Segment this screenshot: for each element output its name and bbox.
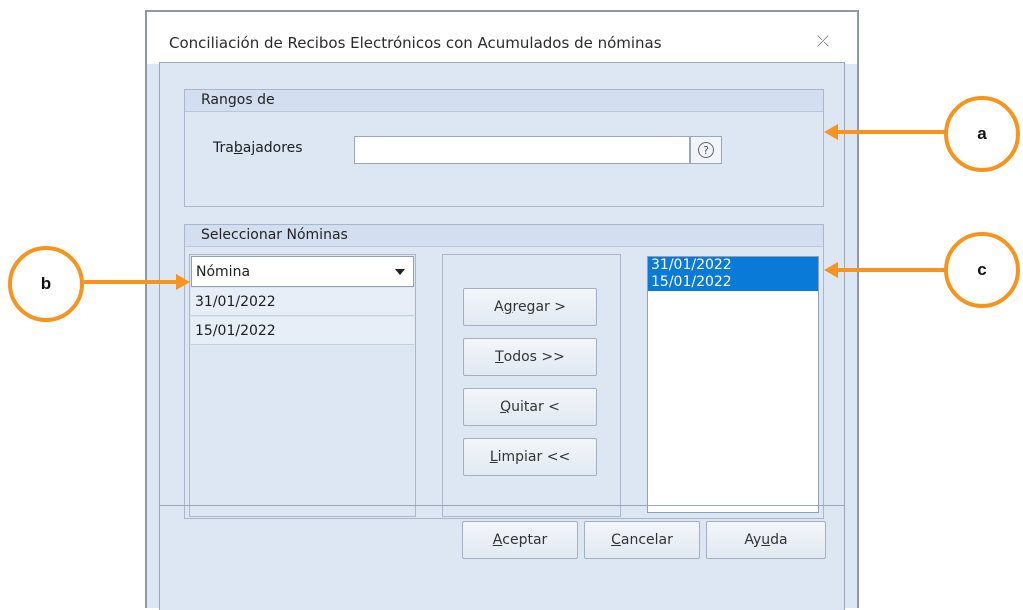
agregar-button[interactable]: Ag regar >	[463, 288, 597, 326]
list-item[interactable]: 15/01/2022	[648, 274, 818, 291]
quitar-button[interactable]: Quitar <	[463, 388, 597, 426]
dropdown-arrow-icon[interactable]	[395, 268, 405, 275]
available-nominas-list[interactable]: Nómina 31/01/2022 15/01/2022	[189, 254, 416, 517]
callout-a-arrow-line	[836, 130, 946, 134]
question-icon: ?	[698, 142, 714, 158]
callout-b-arrowhead	[176, 274, 190, 290]
close-icon[interactable]: ⤫	[817, 32, 829, 50]
callout-c: c	[944, 232, 1020, 308]
list-item[interactable]: 31/01/2022	[648, 257, 818, 274]
nominas-group: Seleccionar Nóminas Nómina 31/01/2022 15…	[184, 224, 824, 519]
nominas-group-title: Seleccionar Nóminas	[185, 225, 823, 247]
selected-nominas-list[interactable]: 31/01/2022 15/01/2022	[647, 256, 819, 513]
dialog-window: Conciliación de Recibos Electrónicos con…	[145, 10, 859, 610]
callout-b-arrow-line	[84, 280, 178, 284]
help-lookup-button[interactable]: ?	[690, 136, 722, 164]
rangos-group: Rangos de Trabajadores ?	[184, 89, 824, 207]
trabajadores-label: Trabajadores	[213, 140, 303, 156]
cancelar-button[interactable]: Cancelar	[584, 521, 700, 559]
todos-button[interactable]: Todos >>	[463, 338, 597, 376]
title-bar: Conciliación de Recibos Electrónicos con…	[147, 12, 857, 64]
footer-divider	[160, 505, 844, 506]
callout-b: b	[8, 246, 84, 322]
dialog-content: Rangos de Trabajadores ? Seleccionar Nóm…	[159, 62, 845, 610]
table-row[interactable]: 31/01/2022	[191, 288, 414, 316]
callout-c-arrow-line	[836, 268, 946, 272]
trabajadores-input[interactable]	[354, 136, 690, 164]
rangos-group-title: Rangos de	[185, 90, 823, 112]
limpiar-button[interactable]: Limpiar <<	[463, 438, 597, 476]
callout-a: a	[944, 96, 1020, 172]
nomina-column-header[interactable]: Nómina	[191, 256, 414, 287]
ayuda-button[interactable]: Ay u da	[706, 521, 826, 559]
table-row[interactable]: 15/01/2022	[191, 317, 414, 345]
transfer-buttons-panel: Ag regar > Todos >> Quitar < Limpiar <<	[442, 254, 621, 517]
nomina-column-label: Nómina	[196, 263, 251, 280]
window-title: Conciliación de Recibos Electrónicos con…	[169, 34, 662, 52]
aceptar-button[interactable]: Aceptar	[462, 521, 578, 559]
